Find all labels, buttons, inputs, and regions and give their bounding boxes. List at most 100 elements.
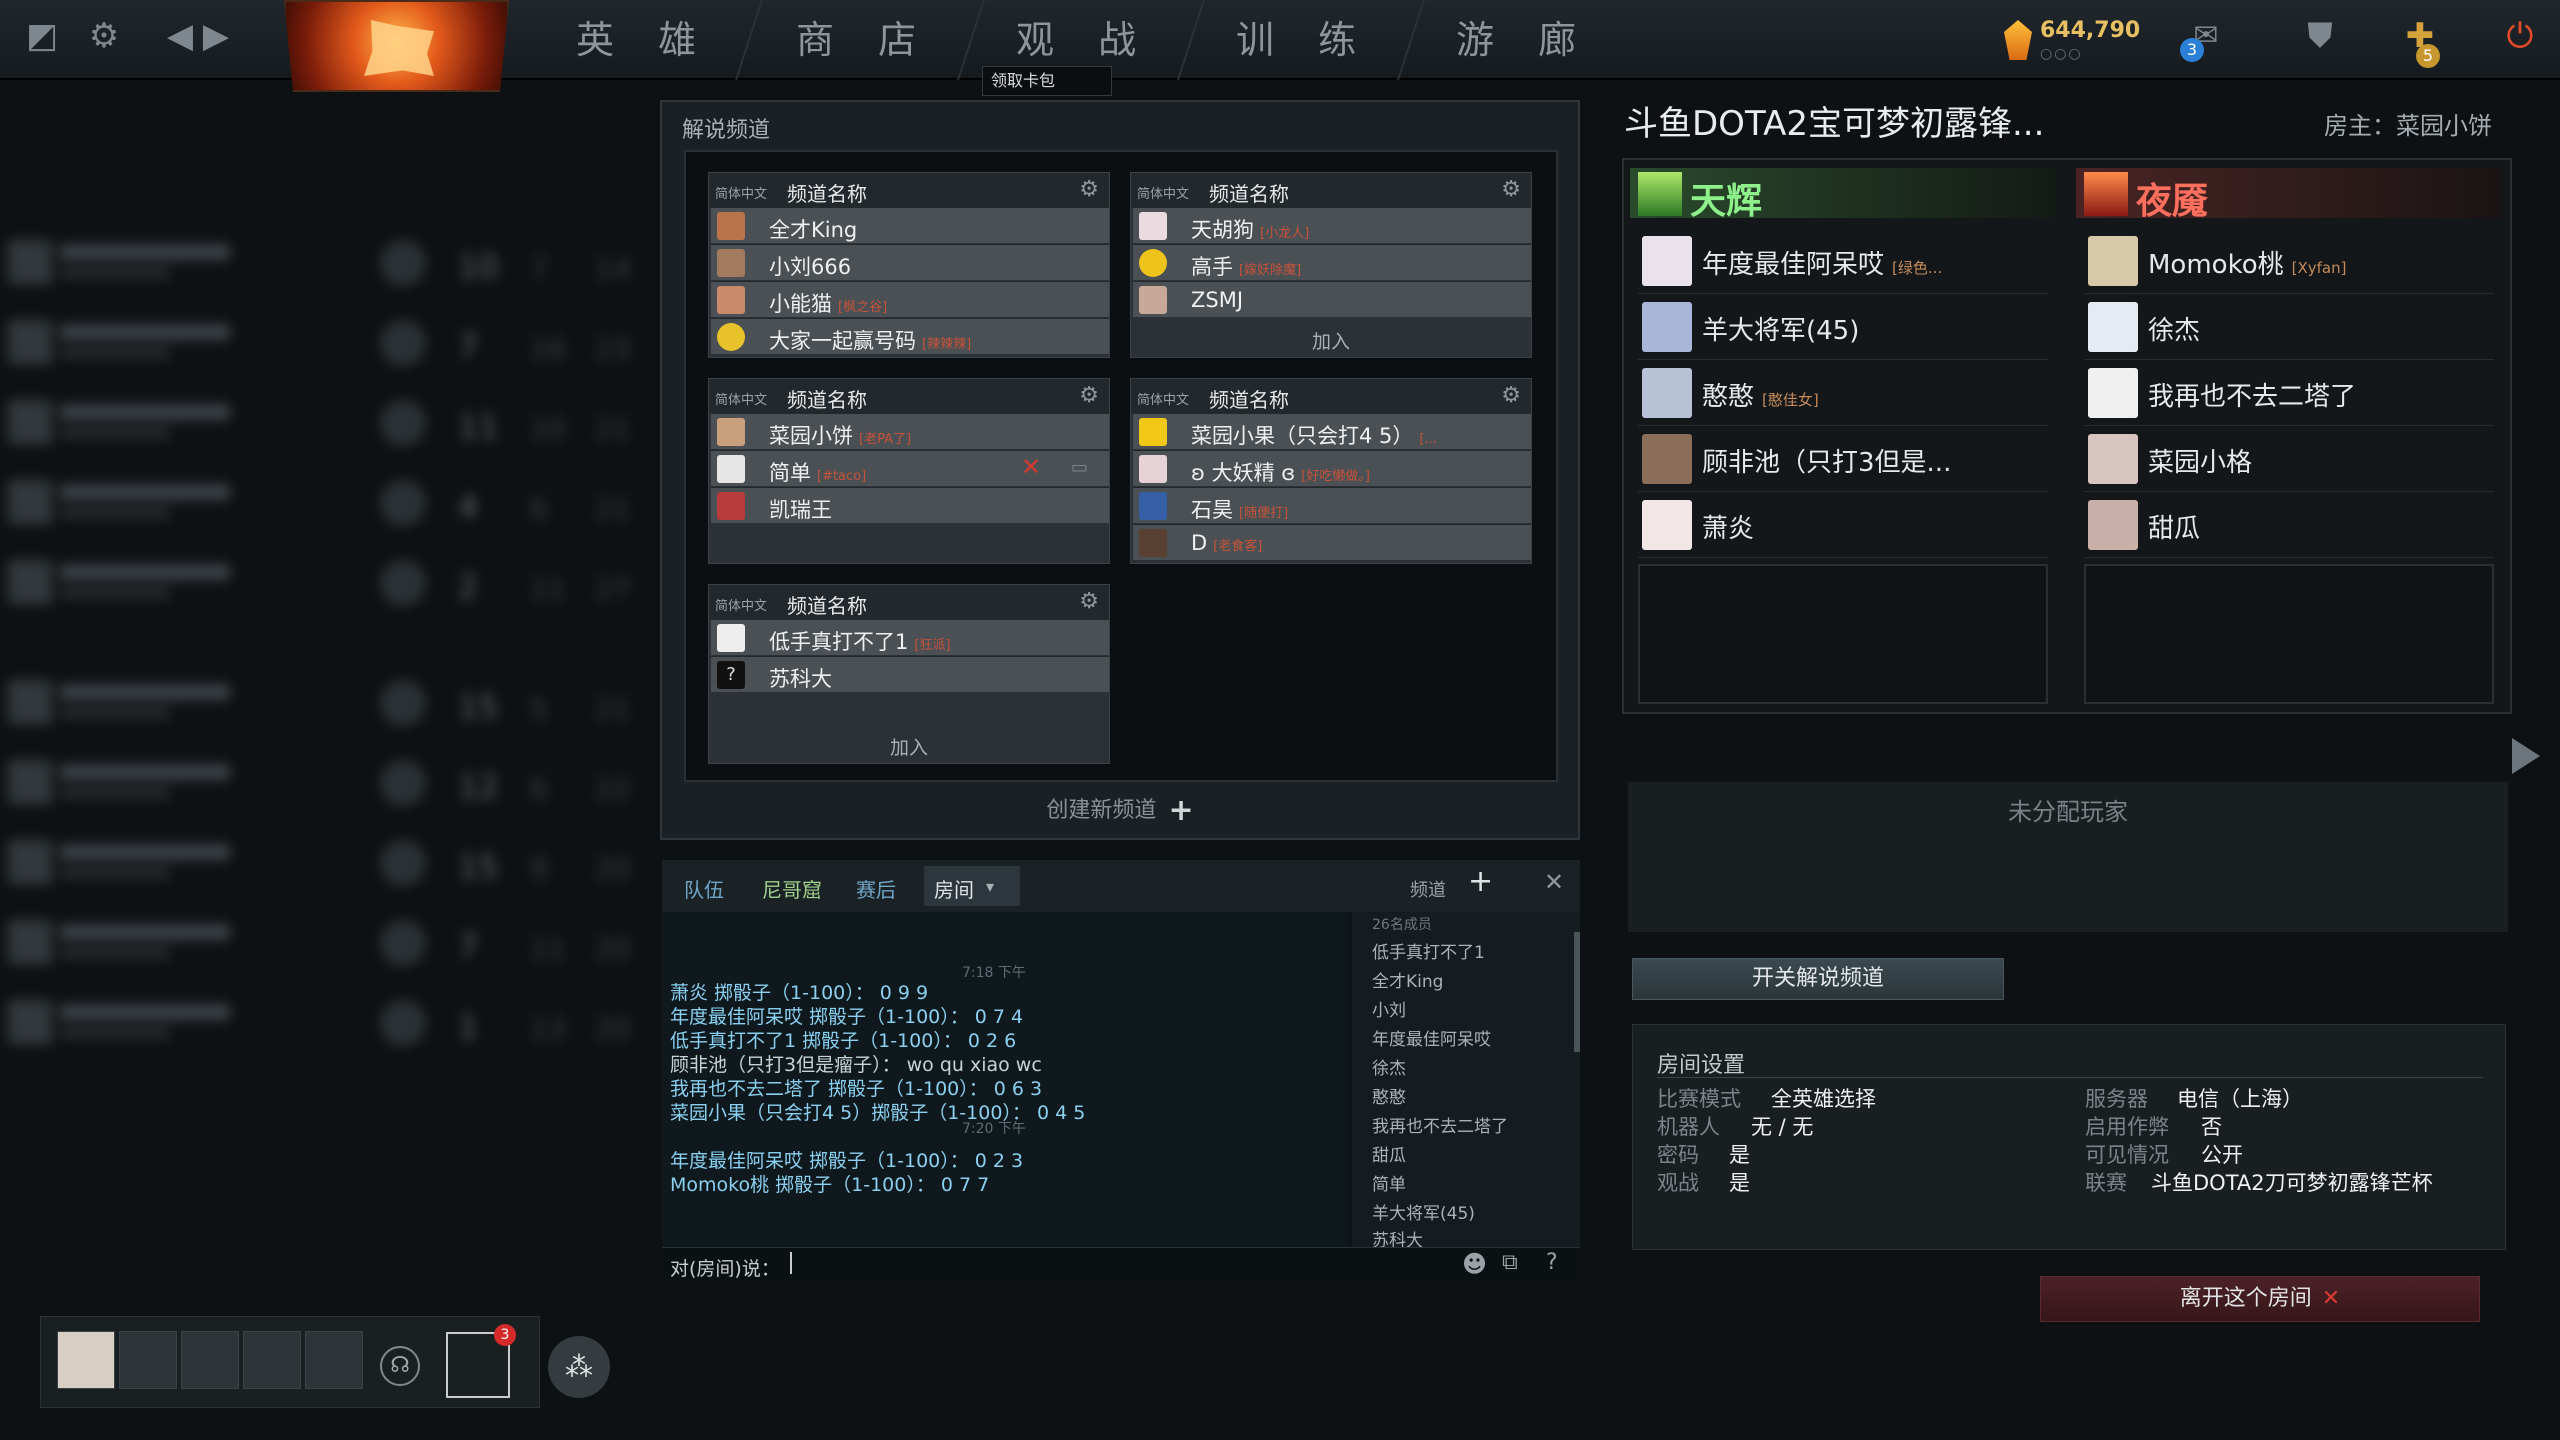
member-item[interactable]: 低手真打不了1 [1372, 938, 1485, 963]
unassigned-players[interactable]: 未分配玩家 [1628, 782, 2508, 932]
tab-lobby[interactable]: 尼哥窟 [762, 874, 822, 903]
player-tag: [憨佳女] [1762, 391, 1819, 409]
dire-icon [2084, 172, 2128, 216]
nav-store[interactable]: 商 店 [796, 12, 932, 68]
channel-member[interactable]: 天胡狗 [小龙人] [1133, 207, 1531, 243]
friends-icon[interactable]: ⁂ [548, 1336, 610, 1398]
channel-member[interactable]: 小刘666 [711, 244, 1109, 280]
power-icon[interactable]: ⏻ [2500, 16, 2540, 56]
member-item[interactable]: 羊大将军(45) [1372, 1199, 1475, 1224]
channel-member[interactable]: 简单 [#taco] ✕ ▭ [711, 450, 1109, 486]
member-item[interactable]: 简单 [1372, 1170, 1406, 1195]
close-icon[interactable]: ✕ [1544, 868, 1564, 896]
channel-member[interactable]: 菜园小饼 [老PA了] [711, 413, 1109, 449]
member-name: 菜园小饼 [769, 424, 853, 448]
gear-icon[interactable]: ⚙ [1501, 177, 1521, 202]
dota-home-button[interactable] [284, 0, 509, 92]
camera-icon[interactable]: ▭ [1071, 457, 1088, 478]
forward-arrow-icon[interactable]: ▶ [196, 16, 236, 56]
party-empty-slot[interactable] [243, 1331, 301, 1389]
armory-icon[interactable]: ⛊ [2300, 16, 2340, 56]
channel-member[interactable]: 石昊 [随便打] [1133, 487, 1531, 523]
player-slot[interactable]: 憨憨 [憨佳女] [1638, 362, 2048, 426]
member-item[interactable]: 小刘 [1372, 996, 1406, 1021]
channel-header: 简体中文 频道名称 ⚙ [709, 585, 1109, 619]
member-item[interactable]: 憨憨 [1372, 1083, 1406, 1108]
notification-button[interactable]: 3 [446, 1324, 516, 1398]
channel-member[interactable]: 凯瑞王 [711, 487, 1109, 523]
channel-member[interactable]: D [老食客] [1133, 524, 1531, 560]
player-slot[interactable]: 我再也不去二塔了 [2084, 362, 2494, 426]
channel-member[interactable]: 小能猫 [枫之谷] [711, 281, 1109, 317]
empty-slot[interactable] [2084, 564, 2494, 704]
tab-room[interactable]: 房间 [934, 874, 974, 903]
member-item[interactable]: 我再也不去二塔了 [1372, 1112, 1508, 1137]
channel-member[interactable]: 全才King [711, 207, 1109, 243]
nav-heroes[interactable]: 英 雄 [576, 12, 712, 68]
nav-arcade[interactable]: 游 廊 [1456, 12, 1592, 68]
caster-channel-3[interactable]: 简体中文 频道名称 ⚙ 菜园小饼 [老PA了] 简单 [#taco] ✕ ▭ 凯瑞王 [708, 378, 1110, 564]
avatar [1642, 434, 1692, 484]
player-slot[interactable]: Momoko桃 [Xyfan] [2084, 230, 2494, 294]
channel-member[interactable]: 低手真打不了1 [狂派] [711, 619, 1109, 655]
member-item[interactable]: 徐杰 [1372, 1054, 1406, 1079]
claim-card-tooltip[interactable]: 领取卡包 [982, 66, 1112, 96]
caster-channel-2[interactable]: 简体中文 频道名称 ⚙ 天胡狗 [小龙人] 高手 [嫁妖除魔] ZSMJ 加入 [1130, 172, 1532, 358]
nav-watch[interactable]: 观 战 [1016, 12, 1152, 68]
emoji-icon[interactable]: ☻ [1462, 1250, 1487, 1278]
party-avatar[interactable] [57, 1331, 115, 1389]
channel-header: 简体中文 频道名称 ⚙ [709, 173, 1109, 207]
toggle-caster-channel-button[interactable]: 开关解说频道 [1632, 958, 2004, 1000]
caster-channel-1[interactable]: 简体中文 频道名称 ⚙ 全才King 小刘666 小能猫 [枫之谷] 大家一起赢号… [708, 172, 1110, 358]
back-arrow-icon[interactable]: ◀ [160, 16, 200, 56]
dota-logo-icon[interactable]: ◩ [22, 16, 62, 56]
member-item[interactable]: 年度最佳阿呆哎 [1372, 1025, 1491, 1050]
nav-learn[interactable]: 训 练 [1236, 12, 1372, 68]
member-item[interactable]: 甜瓜 [1372, 1141, 1406, 1166]
channel-member[interactable]: ? 苏科大 [711, 656, 1109, 692]
leave-room-button[interactable]: 离开这个房间 ✕ [2040, 1276, 2480, 1322]
channel-member[interactable]: 大家一起赢号码 [辣辣辣] [711, 318, 1109, 354]
player-slot[interactable]: 顾非池（只打3但是... [1638, 428, 2048, 492]
gear-icon[interactable]: ⚙ [1079, 589, 1099, 614]
channel-member[interactable]: ZSMJ [1133, 281, 1531, 317]
channel-member[interactable]: 高手 [嫁妖除魔] [1133, 244, 1531, 280]
member-tag: [老PA了] [859, 432, 912, 447]
gear-icon[interactable]: ⚙ [1079, 383, 1099, 408]
player-slot[interactable]: 羊大将军(45) [1638, 296, 2048, 360]
arrow-right-icon[interactable] [2512, 738, 2540, 774]
headset-icon[interactable]: ☊ [380, 1346, 420, 1386]
member-item[interactable]: 全才King [1372, 967, 1443, 992]
player-slot[interactable]: 萧炎 [1638, 494, 2048, 558]
channel-member[interactable]: 菜园小果（只会打4 5） [... [1133, 413, 1531, 449]
caster-channel-5[interactable]: 简体中文 频道名称 ⚙ 低手真打不了1 [狂派] ? 苏科大 加入 [708, 584, 1110, 764]
nav-divider [1397, 0, 1425, 80]
gear-icon[interactable]: ⚙ [84, 16, 124, 56]
caster-channel-4[interactable]: 简体中文 频道名称 ⚙ 菜园小果（只会打4 5） [... ʚ 大妖精 ɞ [好吃懒… [1130, 378, 1532, 564]
tab-postgame[interactable]: 赛后 [856, 874, 896, 903]
player-slot[interactable]: 菜园小格 [2084, 428, 2494, 492]
player-slot[interactable]: 徐杰 [2084, 296, 2494, 360]
image-icon[interactable]: ⧉ [1502, 1250, 1518, 1275]
party-empty-slot[interactable] [119, 1331, 177, 1389]
party-empty-slot[interactable] [305, 1331, 363, 1389]
party-empty-slot[interactable] [181, 1331, 239, 1389]
help-icon[interactable]: ? [1546, 1250, 1558, 1275]
empty-slot[interactable] [1638, 564, 2048, 704]
scrollbar[interactable] [1574, 932, 1580, 1052]
radiant-icon [1638, 172, 1682, 216]
avatar [1642, 302, 1692, 352]
tab-team[interactable]: 队伍 [684, 874, 724, 903]
player-slot[interactable]: 甜瓜 [2084, 494, 2494, 558]
gear-icon[interactable]: ⚙ [1501, 383, 1521, 408]
player-slot[interactable]: 年度最佳阿呆哎 [绿色... [1638, 230, 2048, 294]
create-channel-button[interactable]: 创建新频道 + [662, 792, 1578, 828]
join-channel-button[interactable]: 加入 [1131, 327, 1531, 357]
chevron-down-icon[interactable]: ▾ [986, 877, 994, 896]
chat-input[interactable]: 对(房间)说： ☻ ⧉ ? [662, 1247, 1580, 1280]
gear-icon[interactable]: ⚙ [1079, 177, 1099, 202]
join-channel-button[interactable]: 加入 [709, 733, 1109, 763]
add-channel-plus-icon[interactable]: + [1468, 864, 1493, 899]
channel-member[interactable]: ʚ 大妖精 ɞ [好吃懒做。] [1133, 450, 1531, 486]
mute-x-icon[interactable]: ✕ [1021, 453, 1041, 481]
